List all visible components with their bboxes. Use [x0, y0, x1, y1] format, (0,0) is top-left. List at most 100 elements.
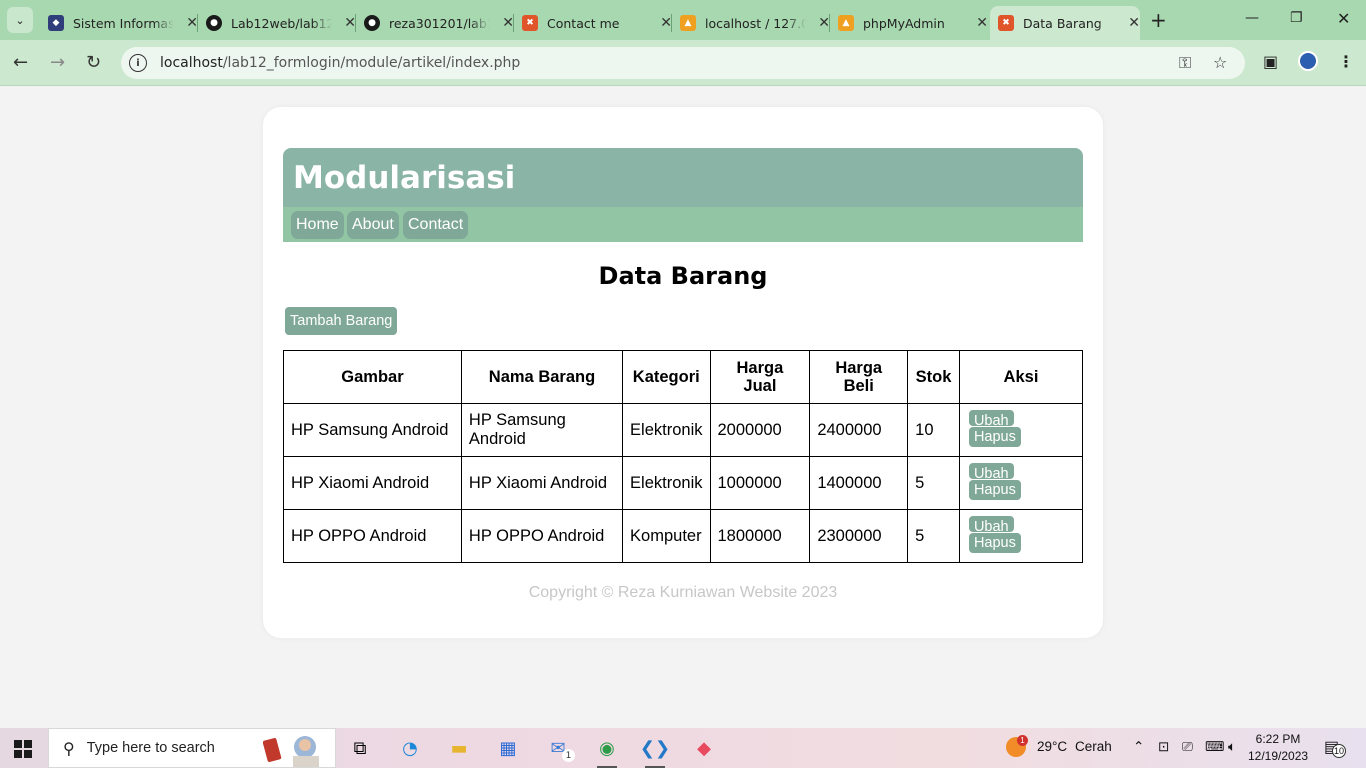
reload-icon[interactable]: ↻ [86, 52, 101, 73]
table-header-row: Gambar Nama Barang Kategori Harga Jual H… [283, 350, 1084, 404]
tab-title: Data Barang [1023, 15, 1102, 31]
col-harga-beli: Harga Beli [809, 350, 909, 404]
new-tab-icon[interactable]: + [1150, 8, 1167, 32]
tab-sistem-informasi[interactable]: ◆ Sistem Informasi ✕ [40, 6, 198, 40]
add-item-button[interactable]: Tambah Barang [285, 307, 398, 335]
menu-kebab-icon[interactable]: ⋮ [1338, 52, 1354, 71]
university-icon: ◆ [48, 15, 64, 31]
table-row: HP Samsung Android HP Samsung Android El… [283, 403, 1084, 457]
col-stok: Stok [907, 350, 960, 404]
item-actions: Ubah Hapus [958, 456, 1084, 510]
nav-contact[interactable]: Contact [403, 211, 469, 239]
tab-localhost-pma[interactable]: ▲ localhost / 127.0 ✕ [672, 6, 830, 40]
edit-button[interactable]: Ubah [968, 516, 1014, 532]
browser-toolbar: ← → ↻ i localhost/lab12_formlogin/module… [0, 40, 1366, 86]
page-title: Data Barang [598, 262, 768, 290]
edit-button[interactable]: Ubah [968, 463, 1014, 479]
search-highlight-illustration [263, 736, 319, 767]
system-clock[interactable]: 6:22 PM 12/19/2023 [1248, 731, 1308, 765]
site-title: Modularisasi [293, 160, 516, 196]
tab-github-lab12web[interactable]: ● Lab12web/lab12 ✕ [198, 6, 356, 40]
item-buy-price: 1400000 [809, 456, 909, 510]
bookmark-star-icon[interactable]: ☆ [1213, 53, 1227, 72]
item-name: HP Xiaomi Android [460, 456, 624, 510]
page-container: Modularisasi Home About Contact Data Bar… [263, 107, 1103, 638]
delete-button[interactable]: Hapus [968, 533, 1021, 553]
site-info-icon[interactable]: i [129, 54, 147, 72]
item-stock: 5 [907, 456, 960, 510]
file-explorer-icon[interactable]: ▬ [445, 734, 473, 762]
item-buy-price: 2300000 [809, 509, 909, 563]
item-category: Komputer [622, 509, 711, 563]
delete-button[interactable]: Hapus [968, 480, 1021, 500]
microsoft-store-icon[interactable]: ▦ [494, 734, 522, 762]
close-icon[interactable]: ✕ [1128, 15, 1140, 31]
weather-alert-badge: 1 [1017, 735, 1028, 746]
minimize-icon[interactable]: — [1245, 10, 1259, 26]
site-nav: Home About Contact [283, 207, 1083, 242]
item-actions: Ubah Hapus [958, 509, 1084, 563]
weather-temperature[interactable]: 29°C [1037, 739, 1067, 754]
profile-avatar[interactable] [1298, 51, 1318, 71]
weather-condition[interactable]: Cerah [1075, 739, 1112, 754]
close-icon[interactable]: ✕ [976, 15, 988, 31]
tab-title: localhost / 127.0 [705, 15, 807, 31]
network-icon[interactable]: ⌨ [1205, 739, 1225, 755]
taskbar-search-box[interactable]: ⚲ Type here to search [48, 728, 336, 768]
restore-icon[interactable]: ❐ [1290, 10, 1303, 26]
tab-title: Contact me [547, 15, 620, 31]
site-header: Modularisasi [283, 148, 1083, 207]
tab-title: Sistem Informasi [73, 15, 175, 31]
clock-time: 6:22 PM [1255, 732, 1301, 746]
table-row: HP Xiaomi Android HP Xiaomi Android Elek… [283, 456, 1084, 510]
item-buy-price: 2400000 [809, 403, 909, 457]
tab-github-reza[interactable]: ● reza301201/lab1 ✕ [356, 6, 514, 40]
search-placeholder: Type here to search [86, 740, 215, 756]
tab-contact-me[interactable]: ✖ Contact me ✕ [514, 6, 672, 40]
password-key-icon[interactable]: ⚿ [1179, 53, 1191, 73]
windows-taskbar: ⚲ Type here to search ⧉ ◔ ▬ ▦ ✉ 1 ◉ ❮❯ ◆ … [0, 728, 1366, 768]
notification-center-icon[interactable]: ▤10 [1324, 737, 1346, 758]
item-sell-price: 1000000 [709, 456, 811, 510]
vscode-icon[interactable]: ❮❯ [640, 734, 670, 768]
xampp-icon: ✖ [522, 15, 538, 31]
table-row: HP OPPO Android HP OPPO Android Komputer… [283, 509, 1084, 563]
tab-phpmyadmin[interactable]: ▲ phpMyAdmin ✕ [830, 6, 988, 40]
side-panel-icon[interactable]: ▣ [1263, 52, 1278, 71]
window-close-icon[interactable]: ✕ [1337, 9, 1350, 28]
chrome-icon[interactable]: ◉ [593, 734, 621, 768]
delete-button[interactable]: Hapus [968, 427, 1021, 447]
item-category: Elektronik [622, 403, 711, 457]
windows-start-icon[interactable] [14, 740, 32, 758]
task-view-icon[interactable]: ⧉ [346, 734, 374, 762]
page-footer: Copyright © Reza Kurniawan Website 2023 [528, 584, 838, 601]
item-actions: Ubah Hapus [958, 403, 1084, 457]
col-harga-jual: Harga Jual [709, 350, 811, 404]
item-image-alt: HP Samsung Android [283, 403, 462, 457]
nav-home[interactable]: Home [291, 211, 344, 239]
display-icon[interactable]: ⎚ [1182, 739, 1193, 755]
col-nama: Nama Barang [460, 350, 624, 404]
back-icon[interactable]: ← [13, 52, 28, 73]
item-category: Elektronik [622, 456, 711, 510]
mail-icon[interactable]: ✉ 1 [544, 734, 575, 762]
tab-data-barang[interactable]: ✖ Data Barang ✕ [990, 6, 1140, 40]
phpmyadmin-icon: ▲ [680, 15, 696, 31]
address-bar[interactable]: i localhost/lab12_formlogin/module/artik… [121, 47, 1245, 79]
url-host: localhost [160, 55, 223, 71]
tab-search-icon[interactable]: ⌄ [7, 7, 33, 33]
meet-now-icon[interactable]: ⊡ [1158, 739, 1169, 755]
items-table: Gambar Nama Barang Kategori Harga Jual H… [283, 350, 1084, 563]
show-hidden-icons-chevron-icon[interactable]: ⌃ [1133, 739, 1144, 755]
git-app-icon[interactable]: ◆ [690, 734, 718, 762]
col-gambar: Gambar [283, 350, 462, 404]
forward-icon[interactable]: → [50, 52, 65, 73]
volume-icon[interactable]: 🔈︎ [1228, 739, 1236, 755]
github-icon: ● [206, 15, 222, 31]
nav-about[interactable]: About [347, 211, 399, 239]
edit-button[interactable]: Ubah [968, 410, 1014, 426]
search-icon: ⚲ [63, 738, 75, 758]
url-path: /lab12_formlogin/module/artikel/index.ph… [222, 55, 521, 71]
url-text[interactable]: localhost/lab12_formlogin/module/artikel… [160, 55, 520, 71]
edge-browser-icon[interactable]: ◔ [396, 734, 424, 762]
